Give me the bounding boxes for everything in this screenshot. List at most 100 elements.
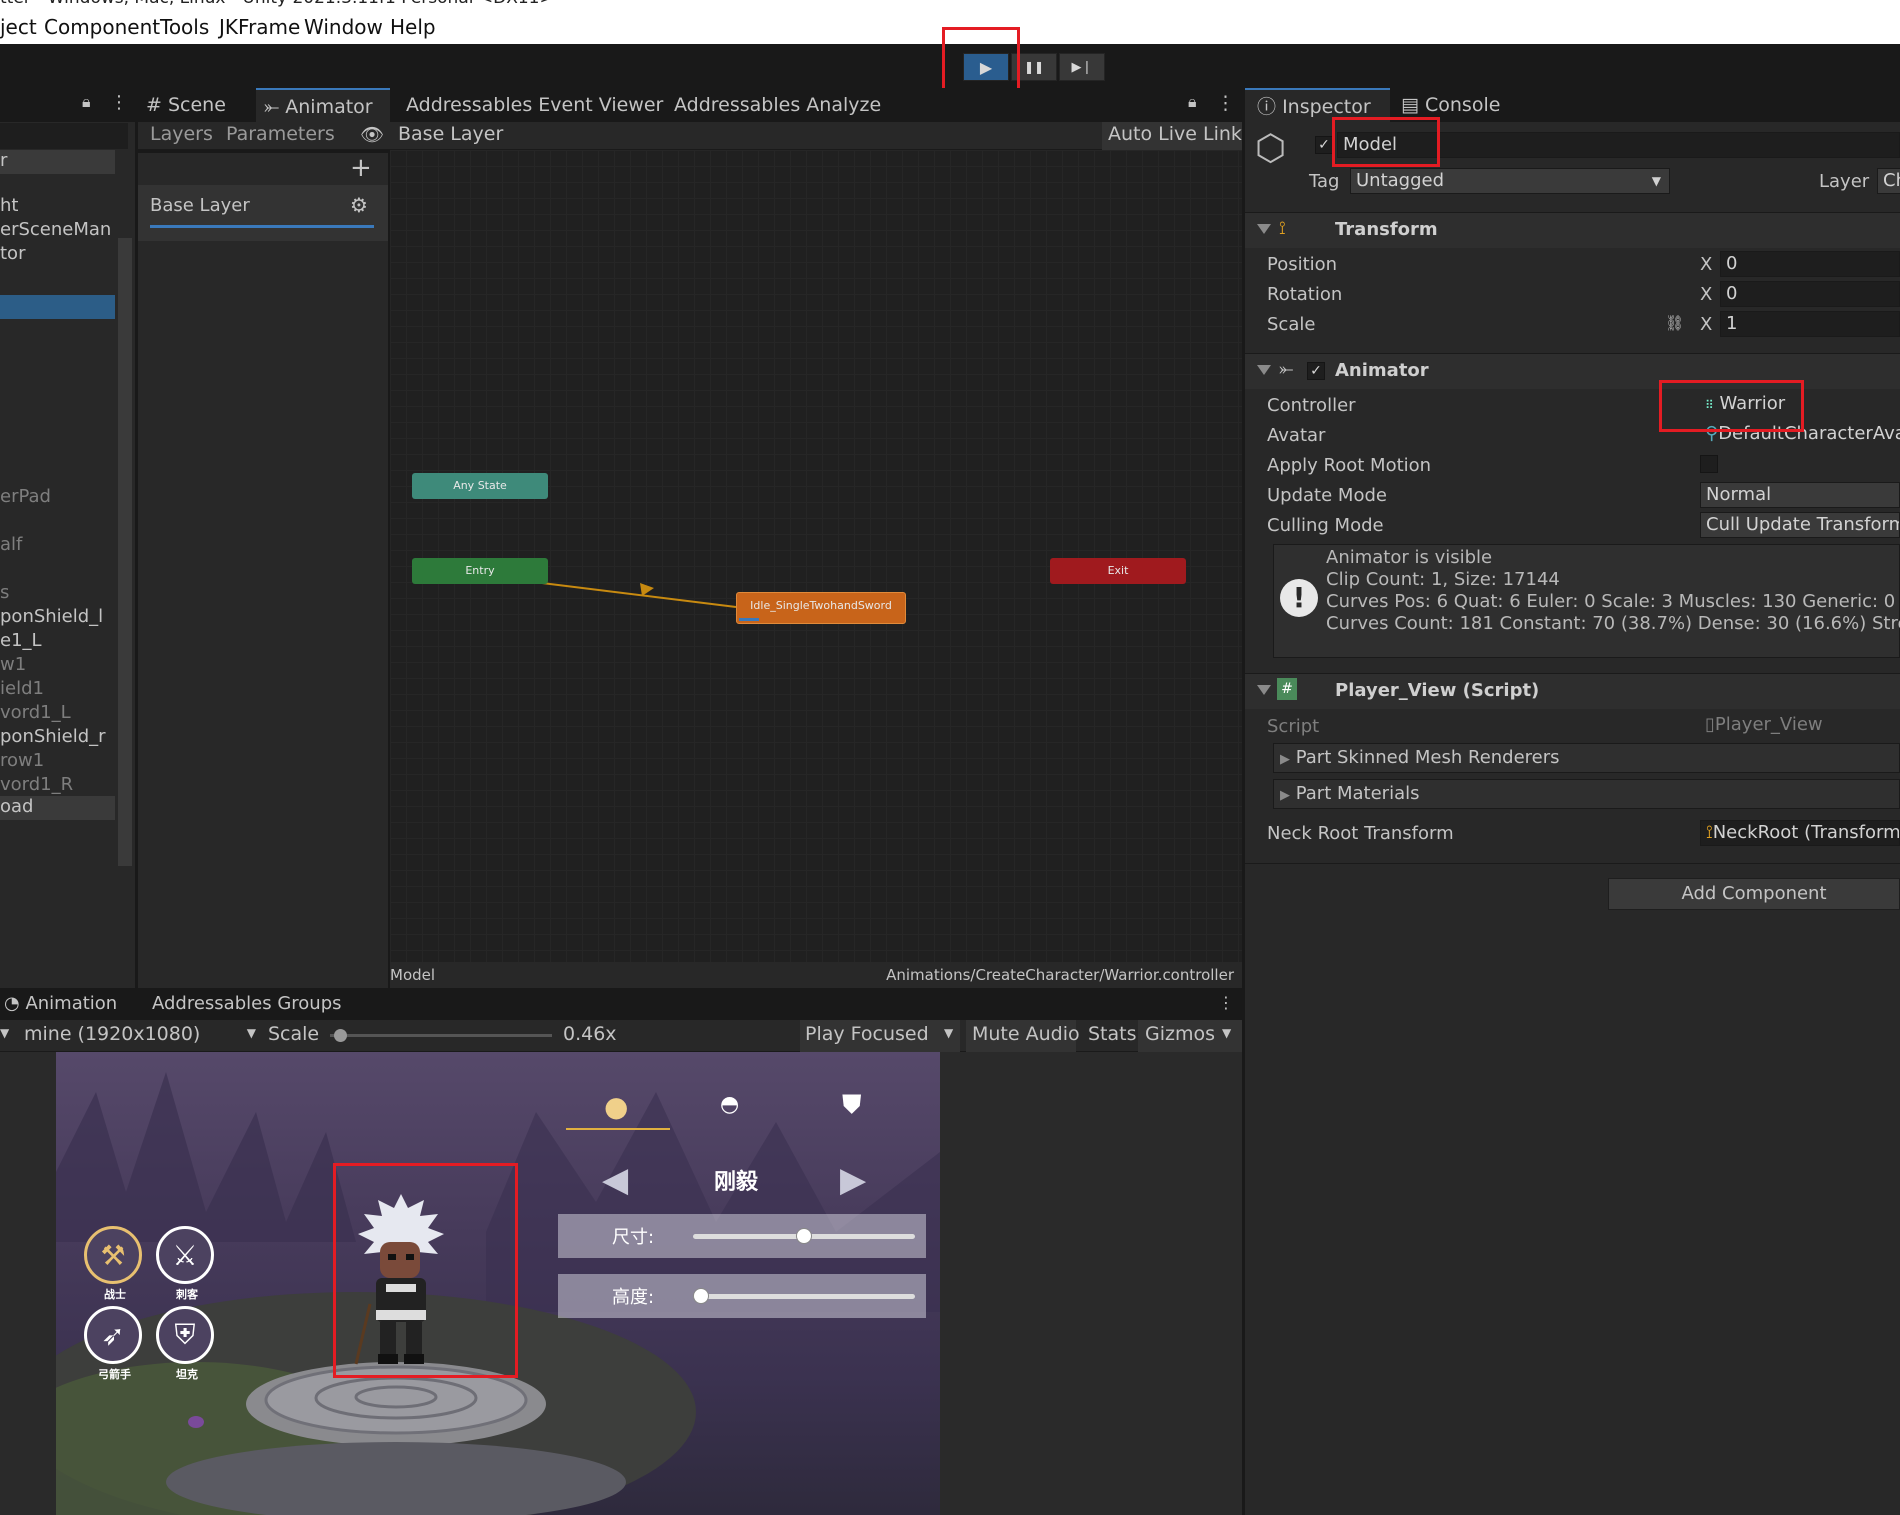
more-icon[interactable]: ⋮ [1218, 993, 1234, 1012]
hierarchy-item[interactable]: s [0, 582, 9, 603]
position-x-field[interactable]: 0 [1720, 251, 1900, 277]
layer-name[interactable]: Base Layer [150, 195, 250, 216]
active-checkbox[interactable]: ✓ [1315, 136, 1333, 154]
scale-label: Scale [268, 1023, 320, 1045]
more-icon[interactable]: ⋮ [1216, 92, 1235, 114]
player-view-header[interactable]: # Player_View (Script) [1245, 673, 1900, 709]
play-button[interactable]: ▶ [963, 53, 1009, 81]
animator-graph[interactable]: Any State Entry Exit Idle_SingleTwohandS… [390, 150, 1242, 962]
hierarchy-item[interactable]: ponShield_r [0, 726, 106, 747]
gizmos-button[interactable]: Gizmos [1145, 1023, 1215, 1045]
more-icon[interactable]: ⋮ [110, 92, 128, 113]
animator-footer: Model Animations/CreateCharacter/Warrior… [390, 962, 1242, 988]
menu-jkframe[interactable]: JKFrame [219, 15, 300, 39]
scale-slider-knob[interactable] [333, 1029, 347, 1042]
play-focused-dropdown[interactable]: Play Focused [805, 1023, 929, 1045]
size-slider-knob[interactable] [796, 1228, 812, 1244]
tab-animation[interactable]: ◔ Animation [4, 993, 117, 1014]
hierarchy-item[interactable]: e1_L [0, 630, 42, 651]
auto-live-link-button[interactable]: Auto Live Link [1108, 123, 1242, 145]
entry-node[interactable]: Entry [412, 558, 548, 584]
hierarchy-item[interactable]: ht [0, 195, 18, 216]
hierarchy-item[interactable]: alf [0, 534, 22, 555]
step-button[interactable]: ▶❘ [1059, 53, 1105, 81]
add-component-button[interactable]: Add Component [1608, 878, 1900, 910]
previous-arrow-icon[interactable]: ◀ [602, 1160, 628, 1200]
link-icon[interactable]: ⛓ [1665, 314, 1684, 332]
chevron-down-icon[interactable]: ▼ [1222, 1026, 1231, 1040]
controller-field[interactable]: ⠿ Warrior [1700, 392, 1900, 418]
height-slider-track[interactable] [693, 1294, 915, 1299]
animator-info-box: ! Animator is visible Clip Count: 1, Siz… [1273, 544, 1900, 658]
add-layer-icon[interactable]: + [350, 153, 372, 183]
tab-parameters[interactable]: Parameters [226, 123, 335, 145]
avatar-field[interactable]: ⚲DefaultCharacterAva [1700, 422, 1900, 448]
tab-scene[interactable]: # Scene [138, 88, 234, 122]
tab-inspector[interactable]: ⓘ Inspector [1245, 88, 1390, 122]
animator-enabled-checkbox[interactable]: ✓ [1307, 362, 1325, 380]
hierarchy-item[interactable]: ield1 [0, 678, 44, 699]
class-archer-button[interactable]: ➶ [84, 1306, 142, 1364]
animator-component-header[interactable]: ⤜ ✓ Animator [1245, 353, 1900, 389]
rotation-x-field[interactable]: 0 [1720, 281, 1900, 307]
hierarchy-item[interactable]: vord1_L [0, 702, 71, 723]
any-state-node[interactable]: Any State [412, 473, 548, 499]
exit-node[interactable]: Exit [1050, 558, 1186, 584]
lock-icon[interactable]: 🔒︎ [82, 92, 91, 112]
hair-icon[interactable]: ◓ [720, 1092, 739, 1117]
tag-dropdown[interactable]: Untagged ▼ [1350, 168, 1670, 194]
tab-animator[interactable]: ⤜ Animator [256, 88, 390, 122]
resolution-dropdown[interactable]: mine (1920x1080) ▼ [24, 1023, 256, 1045]
tab-layers[interactable]: Layers [150, 123, 213, 145]
gear-icon[interactable]: ⚙ [350, 193, 368, 217]
play-icon: ▶ [979, 57, 993, 77]
eye-icon[interactable]: 👁︎ [360, 123, 384, 146]
transform-header[interactable]: ⟟ Transform [1245, 212, 1900, 248]
cube-icon[interactable]: ⬡ [1255, 128, 1286, 169]
hierarchy-selected-row[interactable] [0, 295, 115, 319]
tab-addressables-event-viewer[interactable]: Addressables Event Viewer [398, 88, 671, 122]
armor-icon[interactable]: ⛊ [842, 1090, 862, 1121]
scale-x-field[interactable]: 1 [1720, 311, 1900, 337]
next-arrow-icon[interactable]: ▶ [840, 1160, 866, 1200]
hierarchy-item[interactable]: row1 [0, 750, 44, 771]
height-slider-knob[interactable] [693, 1288, 709, 1304]
hierarchy-item[interactable]: erSceneMan [0, 219, 111, 240]
class-warrior-button[interactable]: ⚒ [84, 1226, 142, 1284]
tab-console[interactable]: ▤ Console [1401, 88, 1500, 122]
hierarchy-item[interactable]: tor [0, 243, 25, 264]
hierarchy-item[interactable]: ponShield_l [0, 606, 103, 627]
tab-addressables-groups[interactable]: Addressables Groups [152, 993, 342, 1014]
breadcrumb[interactable]: Base Layer [398, 123, 503, 145]
menu-component[interactable]: Component [44, 15, 160, 39]
hierarchy-item[interactable]: w1 [0, 654, 26, 675]
stats-button[interactable]: Stats [1088, 1023, 1137, 1045]
scale-slider-track[interactable] [330, 1034, 552, 1037]
hierarchy-item[interactable]: vord1_R [0, 774, 73, 795]
neck-root-field[interactable]: ⟟NeckRoot (Transform [1700, 820, 1900, 846]
menu-window[interactable]: Window [304, 15, 383, 39]
layer-dropdown[interactable]: Ch [1877, 168, 1900, 194]
idle-state-node[interactable]: Idle_SingleTwohandSword [736, 592, 906, 624]
class-assassin-button[interactable]: ⚔ [156, 1226, 214, 1284]
chevron-down-icon[interactable]: ▼ [0, 1026, 9, 1040]
body-icon[interactable]: ● [604, 1090, 628, 1123]
part-renderers-foldout[interactable]: ▶ Part Skinned Mesh Renderers [1273, 743, 1900, 773]
part-materials-foldout[interactable]: ▶ Part Materials [1273, 779, 1900, 809]
pause-button[interactable]: ❚❚ [1011, 53, 1057, 81]
game-view[interactable]: ● ◓ ⛊ ◀ 刚毅 ▶ 尺寸: 高度: ⚒ 战士 ⚔ 刺客 ➶ 弓箭手 ⛨ 坦… [56, 1052, 940, 1515]
class-tank-button[interactable]: ⛨ [156, 1306, 214, 1364]
culling-mode-dropdown[interactable]: Cull Update Transform [1700, 512, 1900, 538]
chevron-down-icon[interactable]: ▼ [944, 1026, 953, 1040]
menu-project[interactable]: ject [0, 15, 37, 39]
apply-root-motion-checkbox[interactable] [1700, 455, 1718, 473]
menu-help[interactable]: Help [390, 15, 436, 39]
mute-audio-button[interactable]: Mute Audio [972, 1023, 1080, 1045]
object-name-field[interactable]: Model [1337, 132, 1900, 158]
menu-tools[interactable]: Tools [160, 15, 209, 39]
update-mode-dropdown[interactable]: Normal [1700, 482, 1900, 508]
character-model[interactable] [346, 1194, 456, 1374]
lock-icon[interactable]: 🔒︎ [1188, 92, 1197, 112]
hierarchy-item[interactable]: erPad [0, 486, 51, 507]
tab-addressables-analyze[interactable]: Addressables Analyze [666, 88, 889, 122]
